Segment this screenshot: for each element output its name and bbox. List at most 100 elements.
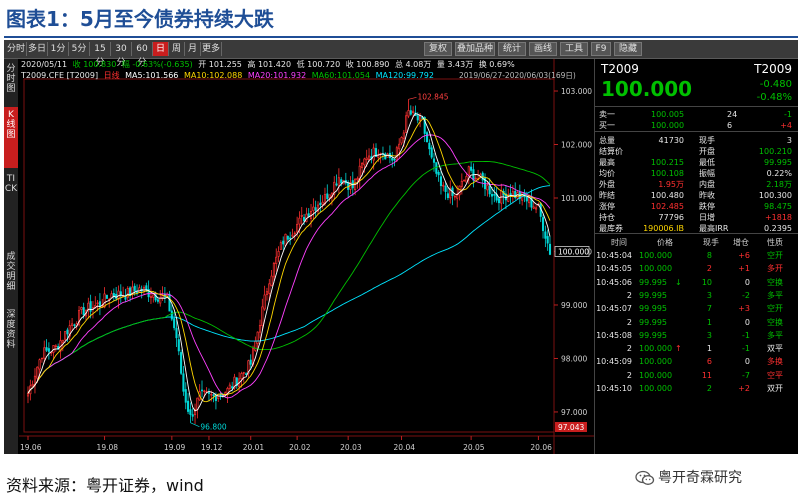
ma-line-ma10 <box>27 118 551 403</box>
toolbar-tool-3[interactable]: 画线 <box>529 42 557 56</box>
toolbar-period-6[interactable]: 60分 <box>132 42 153 68</box>
candle-body <box>419 115 422 121</box>
bottom-price-label: 97.043 <box>558 423 584 432</box>
xtick-label: 20.03 <box>340 443 362 452</box>
side-tab-1[interactable]: K线图 <box>4 107 18 168</box>
ytick-label: 102.000 <box>561 141 592 150</box>
legend-ma60: MA60:101.054 <box>311 71 371 80</box>
toolbar-period-3[interactable]: 5分 <box>69 42 90 56</box>
info-amount: 总 4.08万 <box>394 60 432 69</box>
info-change: 幅 -0.63%(-0.635) <box>121 60 193 69</box>
toolbar-period-7[interactable]: 日 <box>153 42 169 56</box>
trade-nature: 多换 <box>767 357 783 367</box>
trade-nature: 多平 <box>767 330 783 340</box>
candle-body <box>196 397 199 410</box>
title-rule <box>4 36 798 38</box>
stat-value: 41730 <box>658 136 684 145</box>
side-tab-2[interactable]: TICK <box>4 171 18 246</box>
toolbar-period-9[interactable]: 月 <box>185 42 201 56</box>
candle-body <box>64 331 67 340</box>
candle-body <box>261 306 264 326</box>
trade-price: 100.000 <box>639 264 673 274</box>
toolbar-tool-1[interactable]: 叠加品种 <box>455 42 495 56</box>
toolbar-period-4[interactable]: 15分 <box>90 42 111 68</box>
toolbar-period-5[interactable]: 30分 <box>111 42 132 68</box>
trade-arrow: ↓ <box>675 277 682 287</box>
candle-body <box>319 202 322 206</box>
candle-body <box>36 366 39 379</box>
candle-body <box>45 347 48 351</box>
toolbar-tool-5[interactable]: F9 <box>591 42 611 56</box>
trade-delta: 0 <box>744 277 750 287</box>
quote-panel: T2009 T2009 100.000 -0.480 -0.48% 卖一 100.… <box>594 59 798 454</box>
trade-price: 99.995 <box>639 290 667 300</box>
toolbar-tool-2[interactable]: 统计 <box>498 42 526 56</box>
candle-body <box>103 293 106 308</box>
candle-body <box>231 386 234 389</box>
date-range-label: 2019/06/27-2020/06/03(169日) <box>459 71 576 80</box>
toolbar-tool-0[interactable]: 复权 <box>424 42 452 56</box>
candle-body <box>460 180 463 187</box>
candle-body <box>291 234 294 237</box>
candle-body <box>535 207 538 210</box>
source-text: 资料来源：粤开证券，wind <box>6 476 204 495</box>
toolbar-period-10[interactable]: 更多 <box>201 42 222 56</box>
candle-body <box>31 384 34 387</box>
book-row: 卖一 100.005 24 -1 <box>595 109 798 120</box>
quote-code: T2009 <box>601 62 639 76</box>
trade-volume: 11 <box>701 370 712 380</box>
toolbar-period-1[interactable]: 多日 <box>27 42 48 56</box>
ytick-label: 98.000 <box>561 354 587 363</box>
trade-delta: 0 <box>744 357 750 367</box>
trade-nature: 多平 <box>767 290 783 300</box>
trade-price: 99.995 <box>639 277 667 287</box>
candle-body <box>182 373 185 392</box>
stat-value: 100.210 <box>758 147 792 156</box>
toolbar-tool-4[interactable]: 工具 <box>560 42 588 56</box>
candle-body <box>279 242 282 250</box>
kline-chart-area[interactable]: 103.000 102.000 101.000 100.000 99.000 98.000… <box>19 59 594 454</box>
side-tab-4[interactable]: 深度资料 <box>4 307 18 358</box>
candle-body <box>187 400 190 412</box>
side-tab-0[interactable]: 分时图 <box>4 61 18 104</box>
high-annotation-line <box>408 96 417 100</box>
toolbar-period-0[interactable]: 分时 <box>6 42 27 56</box>
candle-body <box>152 294 155 298</box>
side-tab-3[interactable]: 成交明细 <box>4 249 18 304</box>
book-volume: 24 <box>727 110 738 119</box>
toolbar-period-8[interactable]: 周 <box>169 42 185 56</box>
ma-line-ma60 <box>27 160 551 394</box>
toolbar-tool-6[interactable]: 隐藏 <box>614 42 642 56</box>
candle-body <box>124 297 127 300</box>
candle-body <box>361 163 364 169</box>
candle-body <box>156 299 159 302</box>
candle-body <box>432 158 436 163</box>
trade-delta: +3 <box>738 304 750 314</box>
candle-body <box>47 348 50 352</box>
ma-line-ma120 <box>27 185 551 394</box>
candle-body <box>96 302 99 305</box>
candle-body <box>367 155 371 160</box>
legend-code: T2009.CFE [T2009] <box>21 71 99 80</box>
candle-body <box>340 179 343 184</box>
candle-body <box>54 345 57 348</box>
candle-body <box>200 389 204 392</box>
trade-time: 10:45:08 <box>596 330 632 340</box>
info-turnover: 换 0.69% <box>478 60 515 69</box>
xtick-label: 19.08 <box>97 443 119 452</box>
stat-label: 涨停 <box>599 202 615 211</box>
candle-body <box>326 193 329 200</box>
candle-body <box>254 341 257 351</box>
trades-header-cell: 价格 <box>657 238 673 247</box>
candle-body <box>293 232 296 235</box>
ytick-label: 99.000 <box>561 301 587 310</box>
candle-body <box>391 157 394 161</box>
kline-chart[interactable]: 103.000 102.000 101.000 100.000 99.000 98.000… <box>19 59 594 454</box>
trade-row: 10:45:09 100.000 6 0 多换 <box>595 356 798 367</box>
toolbar-period-2[interactable]: 1分 <box>48 42 69 56</box>
candle-body <box>173 318 176 329</box>
candle-body <box>275 256 278 264</box>
trades-header-cell: 时间 <box>611 238 627 247</box>
candle-body <box>497 198 501 204</box>
candle-body <box>400 137 403 144</box>
